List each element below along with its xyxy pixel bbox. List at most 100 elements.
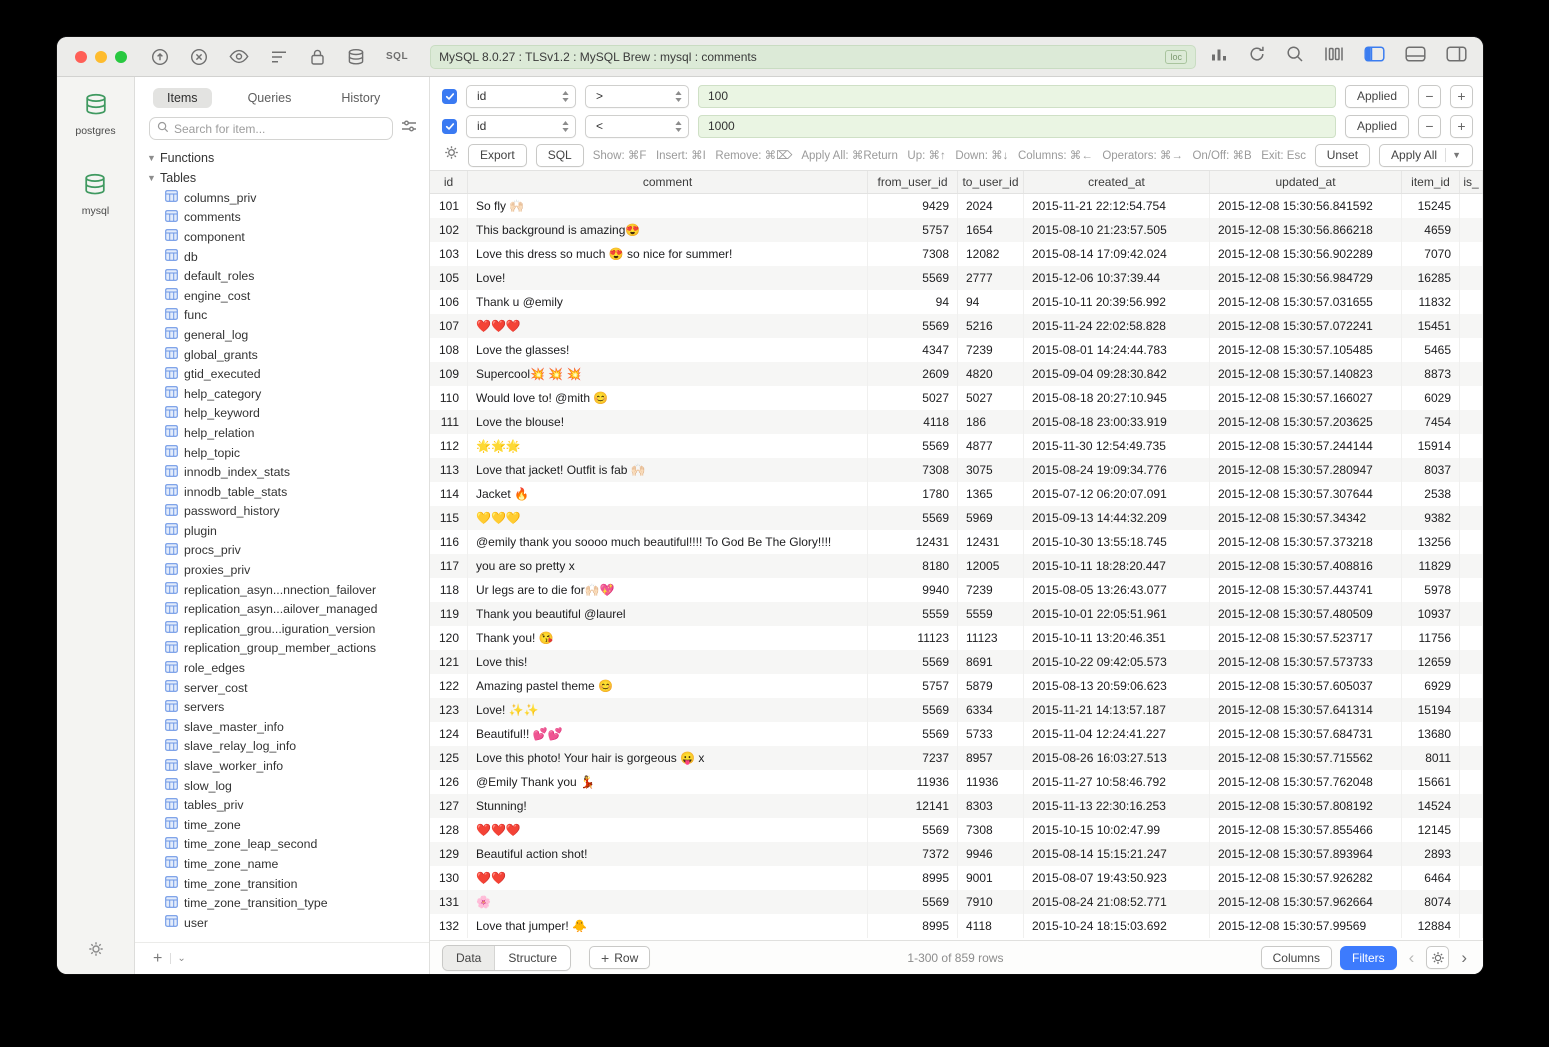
table-list-item[interactable]: time_zone_transition_type	[135, 893, 429, 913]
column-header-comment[interactable]: comment	[468, 171, 868, 193]
add-filter-button[interactable]: +	[1450, 85, 1473, 108]
table-settings-gear-button[interactable]	[1426, 946, 1449, 969]
table-row[interactable]: 108 Love the glasses! 4347 7239 2015-08-…	[430, 338, 1483, 362]
apply-all-dropdown[interactable]: Apply All▼	[1379, 144, 1473, 167]
table-list-item[interactable]: columns_priv	[135, 188, 429, 208]
table-list-item[interactable]: gtid_executed	[135, 364, 429, 384]
table-list-item[interactable]: general_log	[135, 325, 429, 345]
table-list-item[interactable]: procs_priv	[135, 541, 429, 561]
filter-column-select[interactable]: id	[466, 85, 576, 108]
next-page-chevron-icon[interactable]: ›	[1457, 948, 1471, 968]
table-list-item[interactable]: replication_asyn...nnection_failover	[135, 580, 429, 600]
database-icon[interactable]	[347, 48, 365, 66]
table-row[interactable]: 122 Amazing pastel theme 😊 5757 5879 201…	[430, 674, 1483, 698]
export-button[interactable]: Export	[468, 144, 527, 167]
table-list-item[interactable]: help_category	[135, 384, 429, 404]
table-list-item[interactable]: time_zone_transition	[135, 874, 429, 894]
filter-value-input[interactable]: 100	[698, 85, 1336, 108]
unset-button[interactable]: Unset	[1315, 144, 1370, 167]
tab-queries[interactable]: Queries	[234, 88, 306, 108]
table-list-item[interactable]: component	[135, 227, 429, 247]
table-row[interactable]: 132 Love that jumper! 🐥 8995 4118 2015-1…	[430, 914, 1483, 938]
table-row[interactable]: 112 🌟🌟🌟 5569 4877 2015-11-30 12:54:49.73…	[430, 434, 1483, 458]
table-list-item[interactable]: func	[135, 306, 429, 326]
filter-applied-button[interactable]: Applied	[1345, 115, 1409, 138]
filter-enabled-checkbox[interactable]	[442, 119, 457, 134]
table-list-item[interactable]: slow_log	[135, 776, 429, 796]
add-item-button[interactable]: +	[149, 951, 166, 967]
tree-section-tables[interactable]: ▼ Tables	[135, 168, 429, 188]
table-row[interactable]: 115 💛💛💛 5569 5969 2015-09-13 14:44:32.20…	[430, 506, 1483, 530]
table-row[interactable]: 131 🌸 5569 7910 2015-08-24 21:08:52.771 …	[430, 890, 1483, 914]
sql-editor-icon[interactable]: SQL	[386, 51, 408, 62]
column-header-is[interactable]: is_	[1460, 171, 1483, 193]
add-filter-button[interactable]: +	[1450, 115, 1473, 138]
add-item-dropdown-icon[interactable]: ⌄	[170, 953, 185, 964]
column-header-updated-at[interactable]: updated_at	[1210, 171, 1402, 193]
item-search-field[interactable]	[149, 117, 393, 140]
table-row[interactable]: 105 Love! 5569 2777 2015-12-06 10:37:39.…	[430, 266, 1483, 290]
table-list-item[interactable]: time_zone_leap_second	[135, 835, 429, 855]
column-header-from-user-id[interactable]: from_user_id	[868, 171, 958, 193]
column-header-to-user-id[interactable]: to_user_id	[958, 171, 1024, 193]
filter-settings-gear-icon[interactable]	[444, 145, 459, 165]
table-row[interactable]: 113 Love that jacket! Outfit is fab 🙌🏻 7…	[430, 458, 1483, 482]
table-row[interactable]: 123 Love! ✨✨ 5569 6334 2015-11-21 14:13:…	[430, 698, 1483, 722]
table-list-item[interactable]: comments	[135, 208, 429, 228]
table-row[interactable]: 127 Stunning! 12141 8303 2015-11-13 22:3…	[430, 794, 1483, 818]
add-row-button[interactable]: +Row	[589, 946, 650, 969]
previous-page-chevron-icon[interactable]: ‹	[1405, 948, 1419, 968]
column-header-created-at[interactable]: created_at	[1024, 171, 1210, 193]
eye-icon[interactable]	[229, 49, 249, 64]
table-list-item[interactable]: global_grants	[135, 345, 429, 365]
toggle-left-sidebar-icon[interactable]	[1364, 46, 1385, 67]
table-row[interactable]: 124 Beautiful!! 💕💕 5569 5733 2015-11-04 …	[430, 722, 1483, 746]
table-list-item[interactable]: role_edges	[135, 658, 429, 678]
tab-items[interactable]: Items	[153, 88, 212, 108]
filter-sliders-icon[interactable]	[401, 119, 417, 138]
table-row[interactable]: 114 Jacket 🔥 1780 1365 2015-07-12 06:20:…	[430, 482, 1483, 506]
table-row[interactable]: 106 Thank u @emily 94 94 2015-10-11 20:3…	[430, 290, 1483, 314]
table-row[interactable]: 119 Thank you beautiful @laurel 5559 555…	[430, 602, 1483, 626]
disconnect-icon[interactable]	[190, 48, 208, 66]
table-list-item[interactable]: tables_priv	[135, 795, 429, 815]
table-list-item[interactable]: replication_asyn...ailover_managed	[135, 599, 429, 619]
table-list-item[interactable]: help_relation	[135, 423, 429, 443]
table-list-item[interactable]: password_history	[135, 502, 429, 522]
refresh-icon[interactable]	[1248, 45, 1266, 68]
table-row[interactable]: 126 @Emily Thank you 💃 11936 11936 2015-…	[430, 770, 1483, 794]
table-row[interactable]: 111 Love the blouse! 4118 186 2015-08-18…	[430, 410, 1483, 434]
filter-enabled-checkbox[interactable]	[442, 89, 457, 104]
table-row[interactable]: 107 ❤️❤️❤️ 5569 5216 2015-11-24 22:02:58…	[430, 314, 1483, 338]
table-list-item[interactable]: time_zone_name	[135, 854, 429, 874]
remove-filter-button[interactable]: −	[1418, 85, 1441, 108]
table-row[interactable]: 110 Would love to! @mith 😊 5027 5027 201…	[430, 386, 1483, 410]
table-list-item[interactable]: default_roles	[135, 266, 429, 286]
table-list-item[interactable]: time_zone	[135, 815, 429, 835]
search-icon[interactable]	[1286, 45, 1304, 68]
filters-button[interactable]: Filters	[1340, 946, 1397, 970]
table-list-item[interactable]: servers	[135, 697, 429, 717]
chart-icon[interactable]	[1210, 46, 1228, 67]
table-list-item[interactable]: user	[135, 913, 429, 933]
table-row[interactable]: 102 This background is amazing😍 5757 165…	[430, 218, 1483, 242]
table-list-item[interactable]: replication_group_member_actions	[135, 639, 429, 659]
table-row[interactable]: 103 Love this dress so much 😍 so nice fo…	[430, 242, 1483, 266]
connection-postgres[interactable]: postgres	[75, 93, 115, 137]
search-input[interactable]	[174, 122, 385, 136]
connect-icon[interactable]	[151, 48, 169, 66]
minimize-window-button[interactable]	[95, 51, 107, 63]
table-list-item[interactable]: slave_master_info	[135, 717, 429, 737]
table-row[interactable]: 101 So fly 🙌🏻 9429 2024 2015-11-21 22:12…	[430, 194, 1483, 218]
filter-operator-select[interactable]: >	[585, 85, 689, 108]
table-row[interactable]: 117 you are so pretty x 8180 12005 2015-…	[430, 554, 1483, 578]
column-header-item-id[interactable]: item_id	[1402, 171, 1460, 193]
table-list-item[interactable]: db	[135, 247, 429, 267]
tree-section-functions[interactable]: ▼ Functions	[135, 148, 429, 168]
table-row[interactable]: 118 Ur legs are to die for🙌🏻💖 9940 7239 …	[430, 578, 1483, 602]
sql-button[interactable]: SQL	[536, 144, 584, 167]
table-list-item[interactable]: innodb_index_stats	[135, 462, 429, 482]
table-row[interactable]: 128 ❤️❤️❤️ 5569 7308 2015-10-15 10:02:47…	[430, 818, 1483, 842]
table-row[interactable]: 120 Thank you! 😘 11123 11123 2015-10-11 …	[430, 626, 1483, 650]
filter-column-select[interactable]: id	[466, 115, 576, 138]
